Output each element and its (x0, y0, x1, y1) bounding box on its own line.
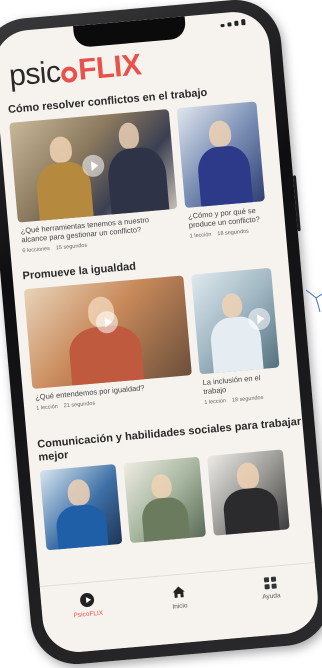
video-thumbnail[interactable] (23, 275, 192, 389)
nav-item-ayuda[interactable]: Ayuda (235, 574, 307, 603)
video-card[interactable] (207, 449, 290, 536)
video-card[interactable]: ¿Cómo y por qué se produce un conflicto?… (176, 101, 268, 240)
video-card[interactable] (123, 456, 207, 544)
logo-prefix: psic (7, 55, 62, 93)
card-meta: 1 lección 18 segundos (204, 393, 280, 406)
card-meta: 1 lección 18 segundos (190, 227, 266, 240)
play-icon (79, 592, 95, 608)
app-screen: psic FLIX Cómo resolver conflictos en el… (0, 9, 321, 655)
home-icon (172, 586, 185, 598)
logo-o-icon (60, 65, 79, 84)
video-thumbnail[interactable] (39, 464, 123, 551)
phone-mockup: psic FLIX Cómo resolver conflictos en el… (0, 0, 322, 668)
logo-suffix: FLIX (76, 48, 143, 87)
grid-icon (263, 576, 277, 590)
video-thumbnail[interactable] (123, 456, 207, 544)
cable-decoration (306, 289, 322, 312)
video-thumbnail[interactable] (176, 101, 265, 208)
nav-label: Ayuda (262, 592, 281, 601)
duration: 15 segundos (55, 242, 88, 252)
nav-label: Inicio (172, 602, 188, 611)
video-thumbnail[interactable] (207, 449, 290, 536)
carousel[interactable]: ¿Qué herramientas tenemos a nuestro alca… (0, 100, 286, 256)
card-title: La inclusión en el trabajo (202, 373, 261, 397)
carousel[interactable]: ¿Qué entendemos por igualdad? 1 lección … (14, 266, 300, 422)
duration: 18 segundos (217, 228, 250, 238)
power-button (292, 175, 301, 232)
nav-item-inicio[interactable]: Inicio (143, 582, 215, 613)
video-card[interactable]: ¿Qué herramientas tenemos a nuestro alca… (9, 109, 180, 254)
lesson-count: 1 lección (35, 403, 59, 412)
section-communication: Comunicación y habilidades sociales para… (27, 416, 312, 552)
video-card[interactable] (39, 464, 123, 551)
section-equality: Promueve la igualdad ¿Qué entendemos por… (12, 247, 300, 421)
nav-label: PsicoFLIX (73, 609, 104, 620)
duration: 18 segundos (231, 394, 264, 404)
video-card[interactable]: La inclusión en el trabajo 1 lección 18 … (191, 267, 282, 406)
video-thumbnail[interactable] (9, 109, 178, 223)
lesson-count: 1 lección (189, 231, 212, 240)
lesson-count: 6 lecciones (22, 245, 51, 255)
card-title: ¿Cómo y por qué se produce un conflicto? (187, 205, 261, 230)
lesson-count: 1 lección (204, 398, 227, 407)
carousel[interactable] (30, 447, 312, 551)
nav-item-psicoflix[interactable]: PsicoFLIX (52, 590, 124, 621)
video-thumbnail[interactable] (191, 267, 280, 375)
section-conflicts: Cómo resolver conflictos en el trabajo ¿… (0, 81, 286, 255)
duration: 21 segundos (63, 400, 96, 410)
video-card[interactable]: ¿Qué entendemos por igualdad? 1 lección … (23, 275, 195, 420)
feed[interactable]: psic FLIX Cómo resolver conflictos en el… (0, 9, 316, 597)
